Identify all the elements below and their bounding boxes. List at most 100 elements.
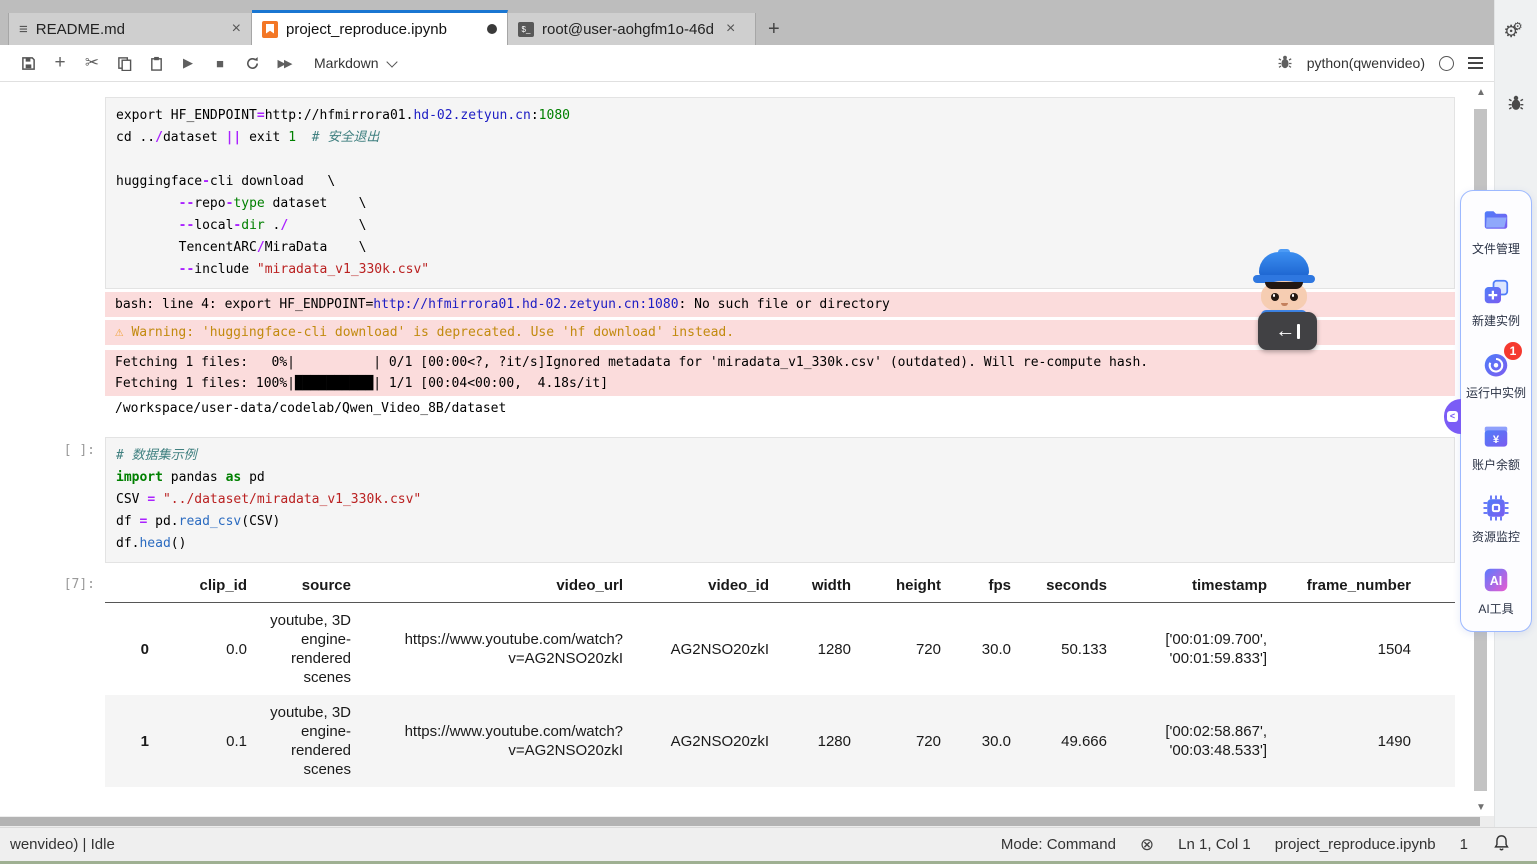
new-tab-button[interactable]: + xyxy=(768,18,780,41)
svg-text:¥: ¥ xyxy=(1493,434,1500,446)
save-button[interactable] xyxy=(12,55,44,72)
table-cell: 0.1 xyxy=(226,732,247,750)
folder-icon xyxy=(1481,205,1511,235)
scroll-down-arrow-icon[interactable]: ▼ xyxy=(1469,802,1493,813)
column-header: frame_number xyxy=(1277,571,1421,603)
sidebar-item-account-balance[interactable]: ¥ 账户余额 xyxy=(1461,421,1531,473)
tab-label: root@user-aohgfm1o-46d xyxy=(542,20,714,38)
stop-kernel-button[interactable]: ■ xyxy=(204,56,236,71)
tab-readme[interactable]: ≡ README.md × xyxy=(8,13,252,45)
assistant-character[interactable] xyxy=(1244,249,1324,318)
sidebar-item-resource-monitor[interactable]: 资源监控 xyxy=(1461,493,1531,545)
progress-line: Fetching 1 files: 0%| | 0/1 [00:00<?, ?i… xyxy=(115,355,1149,370)
run-all-button[interactable]: ▶▶ xyxy=(268,57,300,70)
cell-type-value: Markdown xyxy=(314,55,379,71)
code-editor[interactable]: # 数据集示例 import pandas as pd CSV = "../data… xyxy=(105,437,1455,563)
table-cell: AG2NSO20zkI xyxy=(670,732,769,750)
table-cell: 50.133 xyxy=(1061,640,1107,658)
table-cell: youtube, 3D engine-rendered scenes xyxy=(270,612,351,686)
column-header: fps xyxy=(951,571,1021,603)
table-row: 0 0.0 youtube, 3D engine-rendered scenes ht… xyxy=(105,603,1455,696)
column-header: seconds xyxy=(1021,571,1117,603)
paste-cell-button[interactable] xyxy=(140,55,172,72)
tab-bar: ≡ README.md × project_reproduce.ipynb $_… xyxy=(0,0,1495,45)
warning-text: Warning: 'huggingface-cli download' is d… xyxy=(131,325,735,340)
column-header: video_id xyxy=(633,571,779,603)
table-cell: 0.0 xyxy=(226,640,247,658)
table-row: 1 0.1 youtube, 3D engine-rendered scenes ht… xyxy=(105,695,1455,787)
bug-report-icon[interactable] xyxy=(1495,94,1537,117)
stdout-output: /workspace/user-data/codelab/Qwen_Video_… xyxy=(105,396,1455,421)
quick-access-panel: < 文件管理 新建实例 1 运行中实例 ¥ 账户余额 资源监控 AI AI工具 xyxy=(1444,190,1532,632)
cut-cell-button[interactable]: ✂ xyxy=(76,53,108,73)
kernel-zone: python(qwenvideo) xyxy=(1277,54,1483,73)
output-prompt: [7]: xyxy=(63,577,95,592)
debugger-bug-icon[interactable] xyxy=(1277,54,1293,73)
step-back-arrow-icon: ← xyxy=(1275,320,1296,342)
input-prompt: [ ]: xyxy=(63,443,95,458)
table-cell: 720 xyxy=(915,732,941,750)
warning-output: ⚠ Warning: 'huggingface-cli download' is… xyxy=(105,320,1455,345)
collapse-arrow-icon: < xyxy=(1447,411,1458,422)
resource-monitor-icon xyxy=(1481,493,1511,523)
copy-cell-button[interactable] xyxy=(108,55,140,72)
table-cell: 1280 xyxy=(817,732,851,750)
table-cell: ['00:02:58.867', '00:03:48.533'] xyxy=(1165,723,1267,759)
menu-icon[interactable] xyxy=(1468,55,1483,72)
kernel-status-icon[interactable] xyxy=(1439,55,1454,71)
jupyterlab-window: ≡ README.md × project_reproduce.ipynb $_… xyxy=(0,0,1537,864)
kernel-name[interactable]: python(qwenvideo) xyxy=(1307,55,1425,71)
ai-tools-icon: AI xyxy=(1481,565,1511,595)
unsaved-dot-icon[interactable] xyxy=(487,24,497,34)
collapse-tooltip[interactable]: ← xyxy=(1258,312,1317,350)
notebook-toolbar: + ✂ ▶ ■ ▶▶ Markdown python(qwenvideo) xyxy=(0,45,1495,82)
table-cell: 30.0 xyxy=(981,732,1011,750)
close-icon[interactable]: × xyxy=(232,20,241,38)
tab-label: project_reproduce.ipynb xyxy=(286,20,447,38)
column-header: height xyxy=(861,571,951,603)
sidebar-item-file-manager[interactable]: 文件管理 xyxy=(1461,205,1531,257)
column-header: clip_id xyxy=(159,571,257,603)
settings-gears-icon[interactable]: ⚙⚙ xyxy=(1495,21,1537,42)
sidebar-item-label: 运行中实例 xyxy=(1465,386,1526,400)
row-index: 0 xyxy=(140,640,149,658)
running-instance-icon: 1 xyxy=(1481,342,1522,379)
sidebar-item-label: 资源监控 xyxy=(1471,530,1520,544)
input-prompt xyxy=(0,97,105,289)
scrollbar-thumb[interactable] xyxy=(0,817,1481,826)
status-bar: wenvideo) | Idle Mode: Command ⊗ Ln 1, C… xyxy=(0,827,1537,861)
mode-indicator[interactable]: Mode: Command xyxy=(1001,836,1116,853)
warning-triangle-icon: ⚠ xyxy=(115,324,124,340)
sidebar-item-label: 账户余额 xyxy=(1471,458,1520,472)
dataframe-container: clip_id source video_url video_id width heigh… xyxy=(105,571,1455,787)
scroll-up-arrow-icon[interactable]: ▲ xyxy=(1469,87,1493,98)
cell-type-dropdown[interactable]: Markdown xyxy=(314,55,398,71)
sidebar-item-ai-tools[interactable]: AI AI工具 xyxy=(1461,565,1531,617)
cursor-position[interactable]: Ln 1, Col 1 xyxy=(1178,836,1251,853)
column-header: source xyxy=(257,571,361,603)
run-cell-button[interactable]: ▶ xyxy=(172,55,204,71)
horizontal-scrollbar[interactable] xyxy=(0,816,1495,827)
chevron-down-icon xyxy=(385,55,398,68)
sidebar-item-label: AI工具 xyxy=(1478,602,1514,616)
insert-cell-button[interactable]: + xyxy=(44,52,76,74)
balance-icon: ¥ xyxy=(1481,421,1511,451)
close-icon[interactable]: × xyxy=(726,20,735,38)
bell-icon[interactable] xyxy=(1492,833,1511,856)
sidebar-item-new-instance[interactable]: 新建实例 xyxy=(1461,277,1531,329)
tab-notebook[interactable]: project_reproduce.ipynb xyxy=(252,10,508,45)
table-cell: 1280 xyxy=(817,640,851,658)
sidebar-item-running-instances[interactable]: 1 运行中实例 xyxy=(1461,342,1531,401)
tab-terminal[interactable]: $_ root@user-aohgfm1o-46d × xyxy=(508,13,756,45)
table-cell: 720 xyxy=(915,640,941,658)
notebook-content: export HF_ENDPOINT=http://hfmirrora01.hd… xyxy=(0,82,1495,816)
table-cell: [2091, 3595] xyxy=(1421,603,1455,696)
trust-shield-icon[interactable]: ⊗ xyxy=(1140,835,1154,855)
table-cell: youtube, 3D engine-rendered scenes xyxy=(270,704,351,778)
progress-line: Fetching 1 files: 100%|██████████| 1/1 [… xyxy=(115,376,609,391)
svg-text:AI: AI xyxy=(1490,574,1503,588)
dataframe-output-cell: [7]: clip_id source video_url video_id width… xyxy=(0,571,1495,787)
kernel-status-text: wenvideo) | Idle xyxy=(10,836,115,853)
sidebar-item-label: 新建实例 xyxy=(1471,314,1520,328)
restart-kernel-button[interactable] xyxy=(236,55,268,72)
